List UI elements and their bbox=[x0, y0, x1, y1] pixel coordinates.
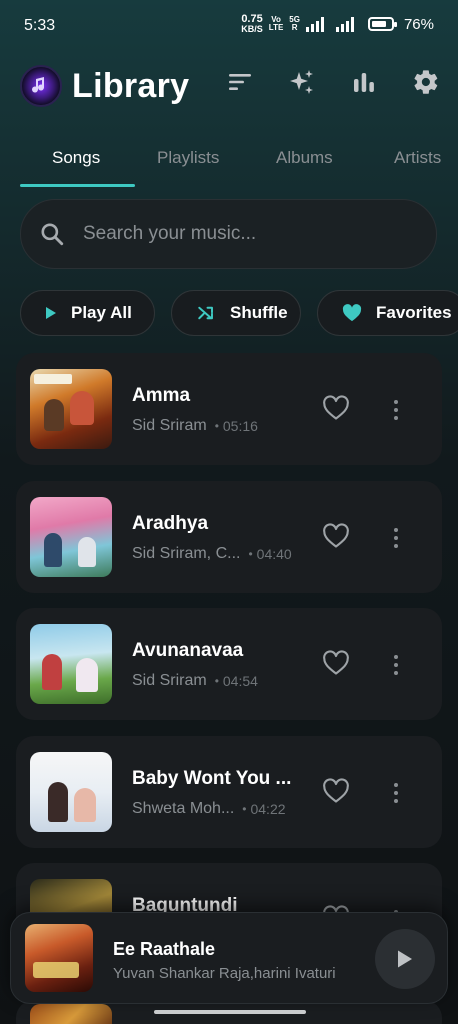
equalizer-icon[interactable] bbox=[350, 68, 378, 96]
app-logo-icon bbox=[20, 65, 62, 107]
song-item-aradhya[interactable]: Aradhya Sid Sriram, C... • 04:40 bbox=[16, 481, 442, 593]
more-options-icon[interactable] bbox=[388, 650, 404, 680]
favorites-button[interactable]: Favorites bbox=[317, 290, 458, 336]
tab-playlists[interactable]: Playlists bbox=[157, 148, 219, 168]
song-artist: Sid Sriram bbox=[132, 672, 207, 689]
search-bar[interactable] bbox=[20, 199, 437, 269]
favorites-label: Favorites bbox=[376, 303, 452, 322]
song-duration: 04:40 bbox=[256, 546, 292, 562]
song-title: Amma bbox=[132, 385, 191, 406]
network-gen-bottom: R bbox=[291, 23, 298, 32]
shuffle-label: Shuffle bbox=[230, 303, 288, 322]
page-title: Library bbox=[72, 66, 190, 105]
now-playing-title: Ee Raathale bbox=[113, 939, 216, 959]
song-meta: Sid Sriram • 04:54 bbox=[132, 672, 258, 690]
more-options-icon[interactable] bbox=[388, 523, 404, 553]
network-speed: 0.75 KB/S bbox=[241, 14, 263, 34]
separator-dot: • bbox=[242, 802, 247, 816]
separator-dot: • bbox=[214, 419, 219, 433]
song-item-avunanavaa[interactable]: Avunanavaa Sid Sriram • 04:54 bbox=[16, 608, 442, 720]
now-playing-art bbox=[25, 924, 93, 992]
song-artist: Sid Sriram, C... bbox=[132, 545, 241, 562]
album-art bbox=[30, 1004, 112, 1024]
search-input[interactable] bbox=[83, 223, 403, 245]
battery-icon bbox=[367, 17, 397, 31]
play-button[interactable] bbox=[375, 929, 435, 989]
more-options-icon[interactable] bbox=[388, 778, 404, 808]
song-meta: Sid Sriram, C... • 04:40 bbox=[132, 545, 292, 563]
battery-fill bbox=[371, 21, 386, 27]
tab-songs[interactable]: Songs bbox=[52, 148, 100, 168]
play-icon bbox=[45, 306, 57, 320]
heart-icon bbox=[342, 304, 362, 322]
search-icon bbox=[41, 223, 64, 246]
header: Library bbox=[20, 64, 440, 108]
song-artist: Sid Sriram bbox=[132, 417, 207, 434]
favorite-heart-icon[interactable] bbox=[322, 650, 350, 681]
album-art bbox=[30, 369, 112, 449]
gear-icon[interactable] bbox=[412, 68, 440, 96]
sparkle-icon[interactable] bbox=[288, 68, 316, 96]
header-actions bbox=[226, 68, 440, 96]
home-indicator[interactable] bbox=[154, 1010, 306, 1014]
now-playing-artist: Yuvan Shankar Raja,harini Ivaturi bbox=[113, 965, 336, 982]
status-bar: 5:33 0.75 KB/S Vo LTE 5G R 76% bbox=[0, 0, 458, 52]
shuffle-button[interactable]: Shuffle bbox=[171, 290, 301, 336]
separator-dot: • bbox=[214, 674, 219, 688]
more-options-icon[interactable] bbox=[388, 395, 404, 425]
favorite-heart-icon[interactable] bbox=[322, 523, 350, 554]
song-meta: Sid Sriram • 05:16 bbox=[132, 417, 258, 435]
play-icon bbox=[398, 950, 412, 968]
library-tabs: Songs Playlists Albums Artists bbox=[20, 140, 458, 188]
favorite-heart-icon[interactable] bbox=[322, 778, 350, 809]
song-title: Baby Wont You ... bbox=[132, 768, 292, 789]
album-art bbox=[30, 624, 112, 704]
volte-indicator: Vo LTE bbox=[269, 16, 284, 32]
shuffle-icon bbox=[196, 304, 216, 322]
song-duration: 04:22 bbox=[250, 801, 286, 817]
song-item-baby-wont-you[interactable]: Baby Wont You ... Shweta Moh... • 04:22 bbox=[16, 736, 442, 848]
tab-artists[interactable]: Artists bbox=[394, 148, 441, 168]
music-note-icon bbox=[32, 77, 44, 93]
song-title: Aradhya bbox=[132, 513, 209, 534]
quick-actions: Play All Shuffle Favorites bbox=[20, 290, 458, 336]
mini-player[interactable]: Ee Raathale Yuvan Shankar Raja,harini Iv… bbox=[10, 912, 448, 1004]
album-art bbox=[30, 752, 112, 832]
song-duration: 04:54 bbox=[222, 673, 258, 689]
tab-albums[interactable]: Albums bbox=[276, 148, 333, 168]
song-artist: Shweta Moh... bbox=[132, 800, 235, 817]
separator-dot: • bbox=[248, 547, 253, 561]
volte-bottom: LTE bbox=[268, 23, 284, 32]
network-speed-unit: KB/S bbox=[241, 24, 263, 34]
active-tab-indicator bbox=[20, 184, 135, 187]
play-all-button[interactable]: Play All bbox=[20, 290, 155, 336]
favorite-heart-icon[interactable] bbox=[322, 395, 350, 426]
song-meta: Shweta Moh... • 04:22 bbox=[132, 800, 286, 818]
sort-icon[interactable] bbox=[226, 68, 254, 96]
battery-percent: 76% bbox=[403, 15, 434, 33]
signal-icon bbox=[335, 16, 354, 32]
album-art bbox=[30, 497, 112, 577]
song-duration: 05:16 bbox=[222, 418, 258, 434]
song-title: Avunanavaa bbox=[132, 640, 244, 661]
status-time: 5:33 bbox=[24, 17, 56, 34]
song-item-amma[interactable]: Amma Sid Sriram • 05:16 bbox=[16, 353, 442, 465]
signal-icon bbox=[305, 16, 324, 32]
status-icons: 0.75 KB/S Vo LTE 5G R 76% bbox=[241, 14, 434, 34]
network-gen-indicator: 5G R bbox=[289, 16, 300, 32]
play-all-label: Play All bbox=[71, 303, 132, 322]
